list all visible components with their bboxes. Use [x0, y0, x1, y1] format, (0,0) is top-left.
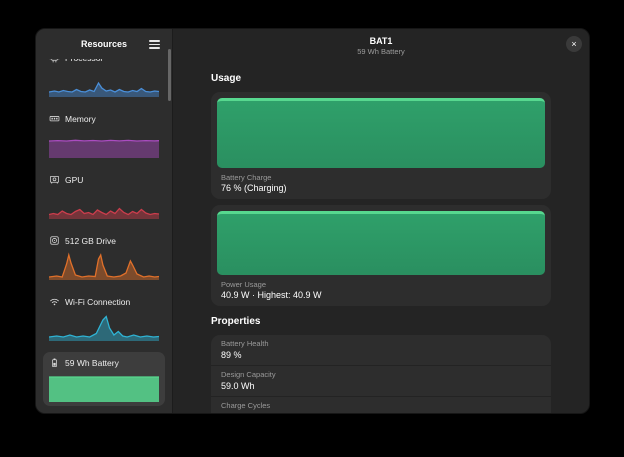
sidebar-header: Resources — [36, 29, 172, 59]
memory-mini-chart — [49, 128, 159, 158]
battery-charge-card: Battery Charge 76 % (Charging) — [211, 92, 551, 199]
wifi-icon — [49, 296, 60, 307]
power-usage-chart — [217, 211, 545, 275]
wifi-mini-chart — [49, 311, 159, 341]
resources-window: Resources Processor — [35, 28, 590, 414]
power-usage-card: Power Usage 40.9 W · Highest: 40.9 W — [211, 205, 551, 306]
sidebar-item-label: GPU — [65, 175, 83, 185]
sidebar-item-label: Memory — [65, 114, 96, 124]
sidebar-item-gpu[interactable]: GPU — [43, 169, 165, 223]
gpu-mini-chart — [49, 189, 159, 219]
sidebar-item-drive[interactable]: 512 GB Drive — [43, 230, 165, 284]
sidebar-item-memory[interactable]: Memory — [43, 108, 165, 162]
property-row-design-capacity: Design Capacity 59.0 Wh — [211, 366, 551, 397]
sidebar-item-label: Processor — [65, 59, 103, 63]
usage-section-title: Usage — [211, 73, 551, 84]
properties-section-title: Properties — [211, 316, 551, 327]
gpu-icon — [49, 174, 60, 185]
header-bar: BAT1 59 Wh Battery × — [173, 29, 589, 63]
processor-mini-chart — [49, 67, 159, 97]
sidebar-item-processor[interactable]: Processor — [43, 59, 165, 101]
memory-icon — [49, 113, 60, 124]
main-panel: BAT1 59 Wh Battery × Usage Battery Charg… — [173, 29, 589, 413]
battery-charge-value: 76 % (Charging) — [217, 183, 545, 193]
drive-mini-chart — [49, 250, 159, 280]
content-area: Usage Battery Charge 76 % (Charging) Pow… — [173, 63, 589, 413]
power-usage-value: 40.9 W · Highest: 40.9 W — [217, 290, 545, 300]
menu-icon[interactable] — [149, 38, 163, 51]
property-row-charge-cycles: Charge Cycles 270 — [211, 397, 551, 413]
battery-mini-chart — [49, 372, 159, 402]
sidebar-item-label: 512 GB Drive — [65, 236, 116, 246]
sidebar-item-label: Wi-Fi Connection — [65, 297, 130, 307]
sidebar-item-label: 59 Wh Battery — [65, 358, 119, 368]
sidebar-list: Processor — [36, 59, 172, 413]
power-usage-label: Power Usage — [217, 280, 545, 289]
battery-charge-chart — [217, 98, 545, 168]
properties-list: Battery Health 89 % Design Capacity 59.0… — [211, 335, 551, 413]
sidebar: Resources Processor — [36, 29, 173, 413]
sidebar-title: Resources — [81, 39, 127, 49]
close-icon[interactable]: × — [566, 36, 582, 52]
drive-icon — [49, 235, 60, 246]
property-row-battery-health: Battery Health 89 % — [211, 335, 551, 366]
sidebar-scrollbar[interactable] — [168, 49, 171, 101]
page-title: BAT1 — [370, 36, 393, 46]
sidebar-item-wifi[interactable]: Wi-Fi Connection — [43, 291, 165, 345]
battery-charge-label: Battery Charge — [217, 173, 545, 182]
processor-icon — [49, 59, 60, 63]
page-subtitle: 59 Wh Battery — [357, 47, 405, 56]
sidebar-item-battery[interactable]: 59 Wh Battery — [43, 352, 165, 406]
battery-icon — [49, 357, 60, 368]
